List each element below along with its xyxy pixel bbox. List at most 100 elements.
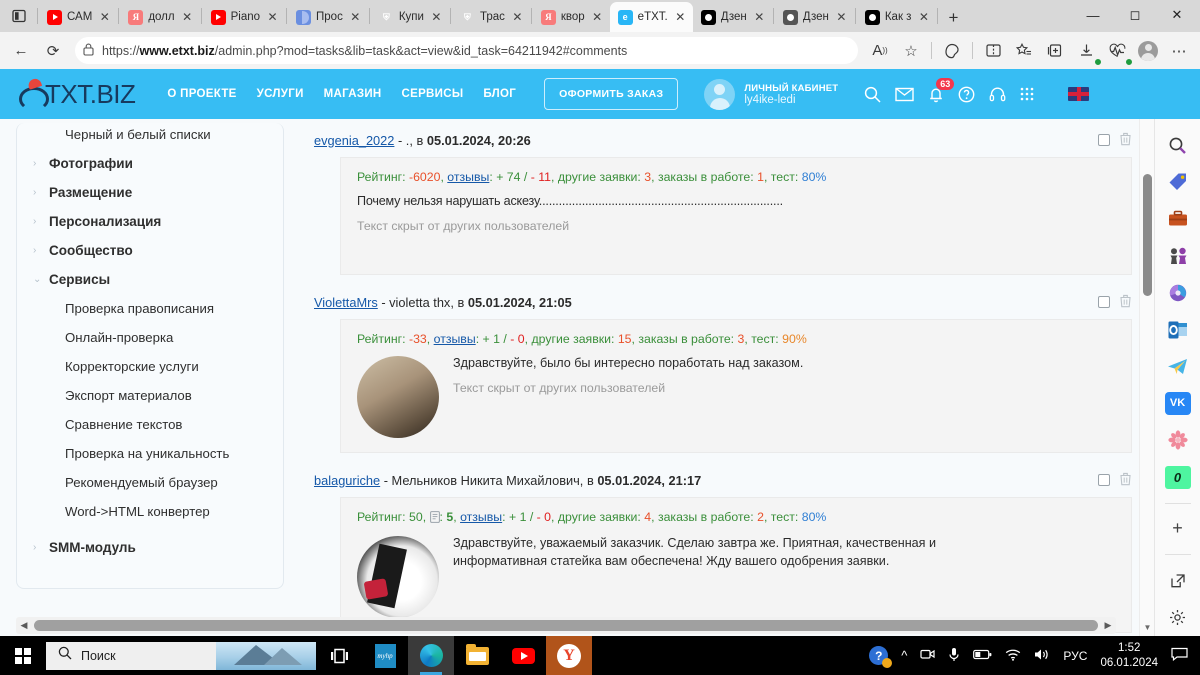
favorite-star-icon[interactable]: ☆: [896, 37, 926, 65]
yandex-icon[interactable]: Y: [546, 636, 592, 675]
tab-close-icon[interactable]: ✕: [429, 10, 444, 25]
trash-icon[interactable]: [1119, 294, 1132, 310]
nav-item-services[interactable]: УСЛУГИ: [257, 88, 304, 100]
user-account-box[interactable]: ЛИЧНЫЙ КАБИНЕТ ly4ike-ledi: [704, 78, 838, 110]
explorer-icon[interactable]: [454, 636, 500, 675]
tab-search-button[interactable]: [2, 0, 36, 32]
tab-close-icon[interactable]: ✕: [834, 10, 849, 25]
search-icon[interactable]: [1165, 134, 1191, 157]
sidebar-item-export[interactable]: Экспорт материалов: [17, 381, 283, 410]
tab-4[interactable]: ⛨ Купи ✕: [371, 2, 449, 32]
tab-3[interactable]: Прос ✕: [288, 2, 368, 32]
close-window-button[interactable]: ✕: [1156, 0, 1198, 30]
comment-author-link[interactable]: ViolettaMrs: [314, 295, 378, 310]
clock[interactable]: 1:52 06.01.2024: [1100, 641, 1158, 670]
edge-icon[interactable]: [408, 636, 454, 675]
language-indicator[interactable]: РУС: [1063, 649, 1087, 663]
browser-essentials-icon[interactable]: [1102, 37, 1133, 66]
tab-7-active[interactable]: e eTXT. ✕: [609, 2, 693, 32]
tab-5[interactable]: ⛨ Трас ✕: [452, 2, 530, 32]
comment-author-link[interactable]: balaguriche: [314, 473, 380, 488]
site-logo[interactable]: TXT.BIZ: [18, 79, 136, 111]
reviews-link[interactable]: отзывы: [447, 170, 489, 184]
tab-close-icon[interactable]: ✕: [348, 10, 363, 25]
tab-close-icon[interactable]: ✕: [673, 10, 688, 25]
scrollbar-thumb[interactable]: [34, 620, 1098, 631]
notification-center-icon[interactable]: [1171, 647, 1188, 664]
comment-checkbox[interactable]: [1098, 474, 1110, 486]
sidebar-item-services[interactable]: ⌄ Сервисы: [17, 265, 283, 294]
reviews-link[interactable]: отзывы: [434, 332, 476, 346]
chess-icon[interactable]: [1165, 245, 1191, 268]
start-button[interactable]: [0, 636, 46, 675]
flag-uk-icon[interactable]: [1068, 87, 1090, 101]
tab-9[interactable]: Дзен ✕: [775, 2, 854, 32]
tab-close-icon[interactable]: ✕: [510, 10, 525, 25]
settings-icon[interactable]: [1165, 606, 1191, 629]
briefcase-icon[interactable]: [1165, 208, 1191, 231]
tab-0[interactable]: САМ ✕: [39, 2, 117, 32]
reload-button[interactable]: ⟳: [38, 37, 68, 65]
show-hidden-icons[interactable]: ^: [901, 648, 907, 663]
address-bar[interactable]: https://www.etxt.biz/admin.php?mod=tasks…: [75, 37, 858, 64]
scroll-left-arrow-icon[interactable]: ◀: [16, 620, 32, 631]
myhp-icon[interactable]: myhp: [362, 636, 408, 675]
battery-icon[interactable]: [973, 648, 992, 663]
sidebar-item-photos[interactable]: › Фотографии: [17, 149, 283, 178]
add-icon[interactable]: +: [1165, 517, 1191, 540]
tab-6[interactable]: Я квор ✕: [533, 2, 610, 32]
reviews-link[interactable]: отзывы: [460, 510, 502, 524]
microphone-icon[interactable]: [948, 647, 960, 665]
nav-item-blog[interactable]: БЛОГ: [483, 88, 516, 100]
nav-item-tools[interactable]: СЕРВИСЫ: [402, 88, 464, 100]
comment-checkbox[interactable]: [1098, 134, 1110, 146]
sidebar-item-personalization[interactable]: › Персонализация: [17, 207, 283, 236]
tab-close-icon[interactable]: ✕: [265, 10, 280, 25]
sidebar-item-converter[interactable]: Word->HTML конвертер: [17, 497, 283, 526]
sidebar-item-compare[interactable]: Сравнение текстов: [17, 410, 283, 439]
sidebar-item-blacklist[interactable]: Черный и белый списки: [17, 125, 283, 149]
grid-icon[interactable]: [1020, 87, 1034, 101]
youtube-icon[interactable]: [500, 636, 546, 675]
telegram-icon[interactable]: [1165, 355, 1191, 378]
new-tab-button[interactable]: +: [939, 4, 967, 32]
scroll-right-arrow-icon[interactable]: ▶: [1100, 620, 1116, 631]
tag-icon[interactable]: [1165, 171, 1191, 194]
minimize-button[interactable]: —: [1072, 0, 1114, 30]
profile-avatar[interactable]: [1133, 37, 1163, 65]
tab-close-icon[interactable]: ✕: [180, 10, 195, 25]
search-icon[interactable]: [864, 86, 881, 103]
help-icon[interactable]: [958, 86, 975, 103]
tab-close-icon[interactable]: ✕: [97, 10, 112, 25]
bell-icon[interactable]: 63: [928, 77, 955, 103]
downloads-icon[interactable]: [1071, 37, 1102, 66]
scroll-down-arrow-icon[interactable]: ▼: [1140, 623, 1154, 632]
page-vertical-scrollbar[interactable]: ▼: [1139, 119, 1154, 636]
split-screen-icon[interactable]: [978, 37, 1008, 65]
tab-10[interactable]: Как з ✕: [857, 2, 937, 32]
scrollbar-thumb[interactable]: [1143, 174, 1152, 296]
sidebar-item-browser[interactable]: Рекомендуемый браузер: [17, 468, 283, 497]
tab-8[interactable]: Дзен ✕: [693, 2, 772, 32]
headset-icon[interactable]: [989, 86, 1006, 103]
mail-icon[interactable]: [895, 87, 914, 102]
task-view-icon[interactable]: [316, 636, 362, 675]
sidebar-item-community[interactable]: › Сообщество: [17, 236, 283, 265]
comment-checkbox[interactable]: [1098, 296, 1110, 308]
camera-icon[interactable]: [920, 647, 936, 664]
trash-icon[interactable]: [1119, 132, 1132, 148]
tab-close-icon[interactable]: ✕: [752, 10, 767, 25]
favorites-list-icon[interactable]: [1009, 37, 1039, 65]
sidebar-item-uniqueness[interactable]: Проверка на уникальность: [17, 439, 283, 468]
sidebar-item-online-check[interactable]: Онлайн-проверка: [17, 323, 283, 352]
page-horizontal-scrollbar[interactable]: ◀ ▶: [16, 617, 1116, 634]
cloud-icon[interactable]: [1165, 281, 1191, 304]
tab-2[interactable]: Piano ✕: [203, 2, 285, 32]
wifi-icon[interactable]: [1005, 648, 1021, 664]
maximize-button[interactable]: ◻: [1114, 0, 1156, 30]
nav-item-shop[interactable]: МАГАЗИН: [324, 88, 382, 100]
sidebar-item-proofreading[interactable]: Корректорские услуги: [17, 352, 283, 381]
tab-close-icon[interactable]: ✕: [590, 10, 605, 25]
outlook-icon[interactable]: [1165, 318, 1191, 341]
help-icon[interactable]: ?: [869, 646, 893, 668]
